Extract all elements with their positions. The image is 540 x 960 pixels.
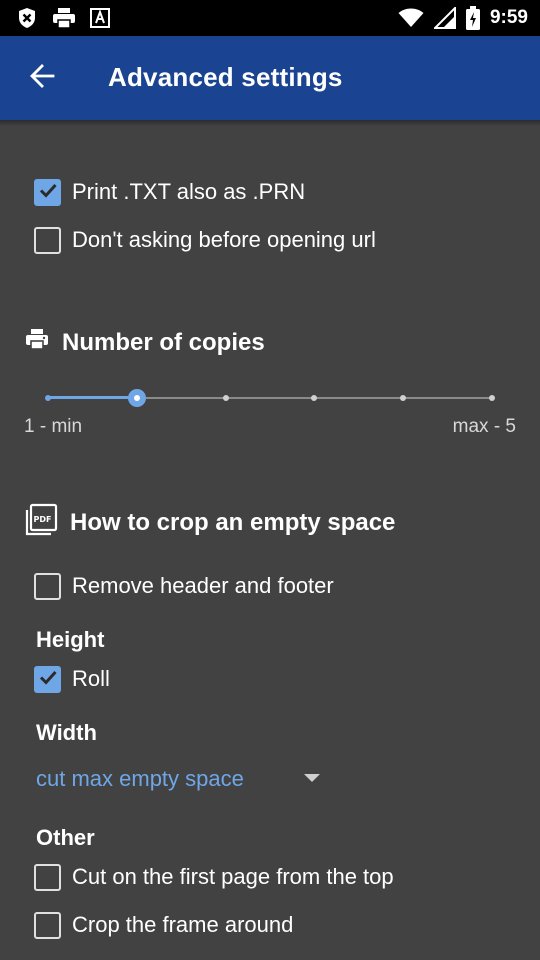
- battery-charging-icon: [465, 6, 480, 30]
- app-bar-shadow: [0, 120, 540, 126]
- pdf-icon: PDF: [24, 503, 58, 542]
- width-label: Width: [36, 720, 97, 745]
- checkbox-checked[interactable]: [34, 665, 61, 693]
- status-right-icons: 9:59: [398, 6, 528, 30]
- crop-section-title: How to crop an empty space: [70, 508, 396, 536]
- remove-header-footer-label: Remove header and footer: [72, 573, 334, 598]
- roll-checkbox[interactable]: Roll: [34, 662, 110, 696]
- crop-frame-label: Crop the frame around: [72, 912, 294, 937]
- crop-section-header: PDF How to crop an empty space: [24, 503, 395, 542]
- slider-tick: [489, 395, 495, 401]
- width-dropdown[interactable]: cut max empty space: [36, 762, 326, 796]
- checkbox-unchecked[interactable]: [34, 226, 61, 254]
- crop-frame-checkbox[interactable]: Crop the frame around: [34, 908, 293, 942]
- printer-icon: [24, 327, 50, 358]
- cut-first-page-label: Cut on the first page from the top: [72, 864, 394, 889]
- copies-section-title: Number of copies: [62, 328, 265, 356]
- font-notification-icon: [90, 8, 110, 28]
- checkbox-unchecked[interactable]: [34, 863, 61, 891]
- app-bar: Advanced settings: [0, 36, 540, 120]
- width-dropdown-value: cut max empty space: [36, 766, 244, 791]
- copies-slider[interactable]: [45, 388, 495, 408]
- dont-ask-open-url-label: Don't asking before opening url: [72, 227, 376, 252]
- cut-first-page-checkbox[interactable]: Cut on the first page from the top: [34, 860, 394, 894]
- checkbox-unchecked[interactable]: [34, 572, 61, 600]
- other-label: Other: [36, 825, 95, 850]
- status-bar: 9:59: [0, 0, 540, 36]
- back-button[interactable]: [22, 58, 62, 98]
- arrow-back-icon: [29, 63, 55, 94]
- slider-fill: [48, 396, 137, 399]
- height-label: Height: [36, 627, 105, 652]
- roll-label: Roll: [72, 666, 110, 691]
- dont-ask-open-url-checkbox[interactable]: Don't asking before opening url: [34, 223, 376, 257]
- slider-tick: [311, 395, 318, 401]
- page-title: Advanced settings: [108, 62, 343, 92]
- dropdown-arrow-icon: [304, 774, 320, 782]
- signal-icon: [433, 7, 456, 29]
- remove-header-footer-checkbox[interactable]: Remove header and footer: [34, 569, 334, 603]
- svg-text:PDF: PDF: [34, 515, 52, 524]
- slider-tick: [222, 395, 229, 401]
- print-notification-icon: [52, 7, 76, 29]
- app-notification-icon: [16, 7, 38, 29]
- print-txt-as-prn-checkbox[interactable]: Print .TXT also as .PRN: [34, 175, 305, 209]
- slider-max-label: max - 5: [452, 416, 516, 437]
- status-left-icons: [16, 7, 110, 29]
- slider-thumb[interactable]: [127, 389, 146, 407]
- checkbox-checked[interactable]: [34, 178, 61, 206]
- checkbox-unchecked[interactable]: [34, 911, 61, 939]
- copies-section-header: Number of copies: [24, 327, 265, 358]
- check-icon: [38, 667, 58, 692]
- check-icon: [38, 180, 58, 205]
- wifi-icon: [398, 8, 424, 28]
- slider-min-label: 1 - min: [24, 416, 83, 437]
- slider-tick: [45, 395, 51, 401]
- print-txt-as-prn-label: Print .TXT also as .PRN: [72, 179, 306, 204]
- slider-tick: [400, 395, 407, 401]
- status-time: 9:59: [489, 7, 528, 28]
